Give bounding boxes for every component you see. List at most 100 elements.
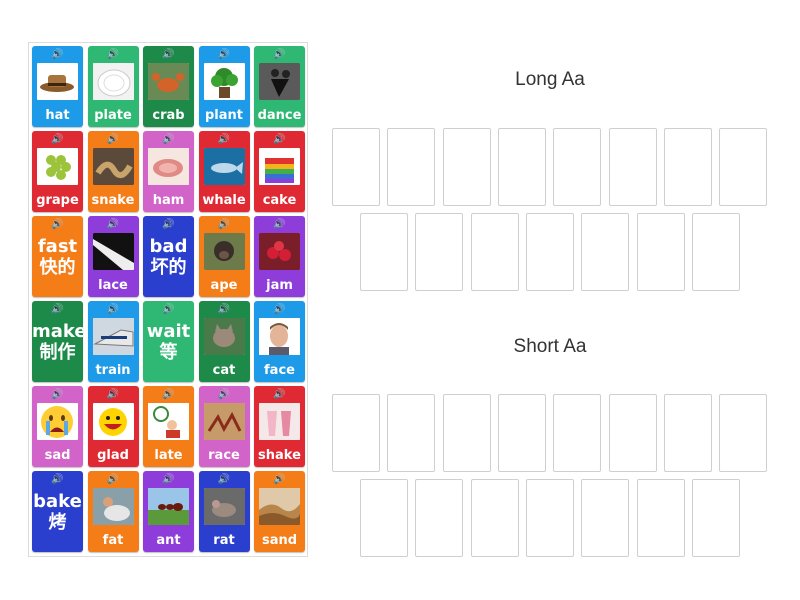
card-translation: 坏的 bbox=[150, 257, 187, 278]
speaker-icon[interactable]: 🔊 bbox=[254, 389, 305, 401]
word-card-plant[interactable]: 🔊 plant bbox=[198, 46, 250, 127]
word-card-snake[interactable]: 🔊 snake bbox=[87, 131, 139, 212]
face-picture bbox=[259, 318, 300, 355]
drop-slot-long[interactable] bbox=[442, 128, 491, 206]
word-card-bake[interactable]: 🔊 bake 烤 bbox=[32, 471, 83, 552]
speaker-icon[interactable]: 🔊 bbox=[254, 474, 305, 486]
drop-slot-long[interactable] bbox=[525, 213, 574, 291]
drop-slot-short[interactable] bbox=[691, 479, 740, 557]
speaker-icon[interactable]: 🔊 bbox=[88, 134, 139, 146]
lace-picture bbox=[92, 233, 134, 270]
word-card-shake[interactable]: 🔊 shake bbox=[254, 386, 305, 467]
drop-slot-long[interactable] bbox=[332, 128, 380, 206]
speaker-icon[interactable]: 🔊 bbox=[199, 474, 250, 486]
drop-slot-short[interactable] bbox=[497, 394, 546, 472]
word-card-dance[interactable]: 🔊 dance bbox=[254, 46, 305, 127]
word-card-fat[interactable]: 🔊 fat bbox=[87, 471, 139, 552]
card-label: ape bbox=[210, 278, 238, 293]
word-card-sand[interactable]: 🔊 sand bbox=[254, 471, 305, 552]
drop-slot-long[interactable] bbox=[581, 213, 630, 291]
word-card-race[interactable]: 🔊 race bbox=[198, 386, 250, 467]
drop-slot-short[interactable] bbox=[415, 479, 464, 557]
drop-slot-long[interactable] bbox=[470, 213, 519, 291]
drop-slot-long[interactable] bbox=[553, 128, 602, 206]
drop-slot-short[interactable] bbox=[636, 479, 685, 557]
word-card-bad[interactable]: 🔊 bad 坏的 bbox=[143, 216, 194, 297]
drop-slot-long[interactable] bbox=[636, 213, 685, 291]
speaker-icon[interactable]: 🔊 bbox=[88, 474, 139, 486]
word-card-wait[interactable]: 🔊 wait 等 bbox=[143, 301, 194, 382]
drop-slot-long[interactable] bbox=[415, 213, 464, 291]
word-card-crab[interactable]: 🔊 crab bbox=[143, 46, 194, 127]
word-card-fast[interactable]: 🔊 fast 快的 bbox=[32, 216, 83, 297]
speaker-icon[interactable]: 🔊 bbox=[199, 134, 250, 146]
speaker-icon[interactable]: 🔊 bbox=[88, 49, 139, 61]
word-card-face[interactable]: 🔊 face bbox=[254, 301, 305, 382]
word-card-ant[interactable]: 🔊 ant bbox=[143, 471, 194, 552]
card-label: sand bbox=[261, 533, 298, 548]
word-card-hat[interactable]: 🔊 hat bbox=[32, 46, 83, 127]
word-card-whale[interactable]: 🔊 whale bbox=[198, 131, 250, 212]
speaker-icon[interactable]: 🔊 bbox=[254, 304, 305, 316]
word-card-cake[interactable]: 🔊 cake bbox=[254, 131, 305, 212]
word-card-make[interactable]: 🔊 make 制作 bbox=[32, 301, 83, 382]
drop-slot-long[interactable] bbox=[387, 128, 436, 206]
speaker-icon[interactable]: 🔊 bbox=[32, 474, 83, 486]
word-card-late[interactable]: 🔊 late bbox=[143, 386, 194, 467]
speaker-icon[interactable]: 🔊 bbox=[143, 304, 194, 316]
drop-slot-short[interactable] bbox=[387, 394, 436, 472]
drop-slot-short[interactable] bbox=[442, 394, 491, 472]
speaker-icon[interactable]: 🔊 bbox=[32, 219, 83, 231]
speaker-icon[interactable]: 🔊 bbox=[143, 474, 194, 486]
speaker-icon[interactable]: 🔊 bbox=[199, 219, 250, 231]
speaker-icon[interactable]: 🔊 bbox=[88, 389, 139, 401]
drop-slot-long[interactable] bbox=[608, 128, 657, 206]
speaker-icon[interactable]: 🔊 bbox=[199, 304, 250, 316]
speaker-icon[interactable]: 🔊 bbox=[32, 389, 83, 401]
word-card-ape[interactable]: 🔊 ape bbox=[198, 216, 250, 297]
speaker-icon[interactable]: 🔊 bbox=[143, 389, 194, 401]
card-word: fast bbox=[37, 236, 78, 257]
speaker-icon[interactable]: 🔊 bbox=[254, 134, 305, 146]
word-card-rat[interactable]: 🔊 rat bbox=[198, 471, 250, 552]
card-label: plate bbox=[94, 108, 132, 123]
drop-slot-short[interactable] bbox=[525, 479, 574, 557]
speaker-icon[interactable]: 🔊 bbox=[143, 134, 194, 146]
card-text: fast 快的 bbox=[32, 236, 83, 278]
speaker-icon[interactable]: 🔊 bbox=[199, 49, 250, 61]
speaker-icon[interactable]: 🔊 bbox=[88, 304, 139, 316]
speaker-icon[interactable]: 🔊 bbox=[254, 219, 305, 231]
word-card-grape[interactable]: 🔊 grape bbox=[32, 131, 83, 212]
drop-slot-short[interactable] bbox=[719, 394, 768, 472]
drop-slot-long[interactable] bbox=[691, 213, 740, 291]
drop-slot-short[interactable] bbox=[663, 394, 712, 472]
drop-slot-short[interactable] bbox=[553, 394, 602, 472]
word-card-plate[interactable]: 🔊 plate bbox=[87, 46, 139, 127]
word-card-sad[interactable]: 🔊 sad bbox=[32, 386, 83, 467]
speaker-icon[interactable]: 🔊 bbox=[143, 49, 194, 61]
drop-slot-short[interactable] bbox=[360, 479, 408, 557]
word-card-cat[interactable]: 🔊 cat bbox=[198, 301, 250, 382]
cat-picture bbox=[203, 318, 245, 355]
speaker-icon[interactable]: 🔊 bbox=[32, 304, 83, 316]
word-card-ham[interactable]: 🔊 ham bbox=[143, 131, 194, 212]
speaker-icon[interactable]: 🔊 bbox=[32, 49, 83, 61]
drop-slot-short[interactable] bbox=[581, 479, 630, 557]
drop-slot-short[interactable] bbox=[470, 479, 519, 557]
word-card-jam[interactable]: 🔊 jam bbox=[254, 216, 305, 297]
speaker-icon[interactable]: 🔊 bbox=[143, 219, 194, 231]
word-card-glad[interactable]: 🔊 glad bbox=[87, 386, 139, 467]
speaker-icon[interactable]: 🔊 bbox=[254, 49, 305, 61]
drop-slot-long[interactable] bbox=[663, 128, 712, 206]
drop-slot-long[interactable] bbox=[497, 128, 546, 206]
drop-slot-long[interactable] bbox=[360, 213, 408, 291]
speaker-icon[interactable]: 🔊 bbox=[32, 134, 83, 146]
speaker-icon[interactable]: 🔊 bbox=[199, 389, 250, 401]
speaker-icon[interactable]: 🔊 bbox=[88, 219, 139, 231]
word-card-lace[interactable]: 🔊 lace bbox=[87, 216, 139, 297]
word-card-train[interactable]: 🔊 train bbox=[87, 301, 139, 382]
drop-slot-short[interactable] bbox=[608, 394, 657, 472]
glad-picture bbox=[92, 403, 134, 440]
drop-slot-short[interactable] bbox=[332, 394, 380, 472]
drop-slot-long[interactable] bbox=[719, 128, 768, 206]
